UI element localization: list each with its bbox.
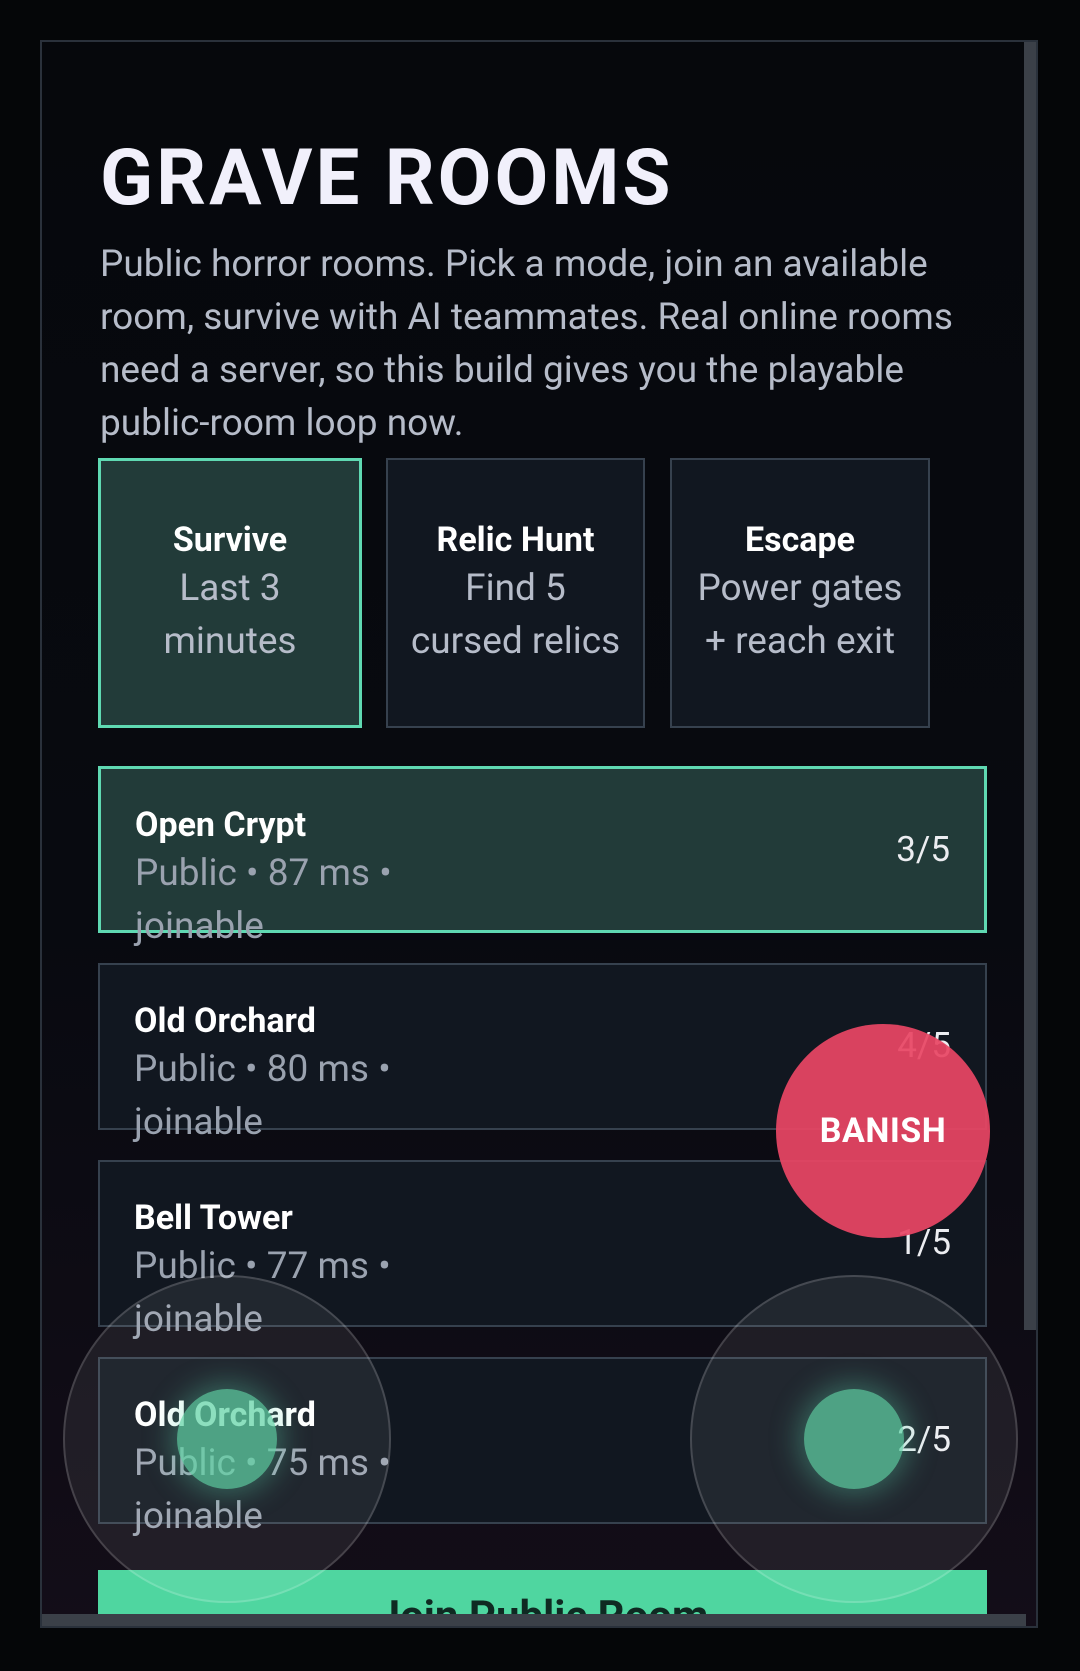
- room-name: Bell Tower: [134, 1198, 293, 1238]
- move-joystick-knob[interactable]: [177, 1389, 277, 1489]
- mode-name: Survive: [172, 520, 288, 560]
- mode-escape[interactable]: Escape Power gates + reach exit: [670, 458, 930, 728]
- room-meta: Public • 80 ms • joinable: [134, 1048, 391, 1144]
- mode-description: Power gates + reach exit: [697, 567, 903, 663]
- room-player-count: 3/5: [896, 829, 950, 870]
- room-name: Old Orchard: [134, 1001, 316, 1041]
- vertical-scrollbar[interactable]: [1024, 42, 1036, 1330]
- room-meta: Public • 87 ms • joinable: [135, 852, 392, 948]
- move-joystick[interactable]: [63, 1275, 391, 1603]
- intro-text: Public horror rooms. Pick a mode, join a…: [100, 243, 953, 445]
- page-title: GRAVE ROOMS: [100, 133, 674, 224]
- look-joystick-knob[interactable]: [804, 1389, 904, 1489]
- mode-description: Last 3 minutes: [163, 567, 297, 663]
- horizontal-scrollbar[interactable]: [42, 1614, 1026, 1626]
- mode-survive[interactable]: Survive Last 3 minutes: [98, 458, 362, 728]
- look-joystick[interactable]: [690, 1275, 1018, 1603]
- room-name: Open Crypt: [135, 805, 307, 845]
- banish-button[interactable]: BANISH: [776, 1024, 990, 1238]
- mode-name: Escape: [745, 520, 855, 560]
- room-open-crypt[interactable]: Open Crypt Public • 87 ms • joinable 3/5: [98, 766, 987, 948]
- mode-description: Find 5 cursed relics: [410, 567, 621, 663]
- mode-name: Relic Hunt: [436, 520, 595, 560]
- mode-relic-hunt[interactable]: Relic Hunt Find 5 cursed relics: [386, 458, 645, 728]
